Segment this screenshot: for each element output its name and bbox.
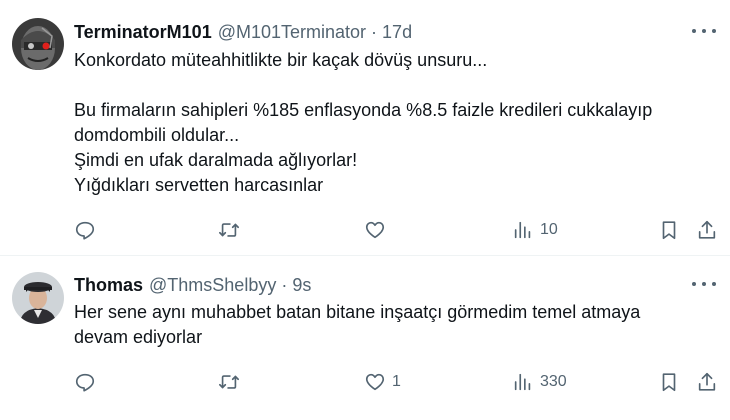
display-name[interactable]: Thomas — [74, 275, 143, 296]
timeline: TerminatorM101 @M101Terminator · 17d Kon… — [0, 0, 730, 420]
tweet-line — [74, 73, 714, 98]
action-bar: 1 330 — [74, 368, 724, 396]
retweet-button[interactable] — [218, 368, 240, 396]
retweet-button[interactable] — [218, 216, 240, 244]
more-icon[interactable] — [692, 277, 716, 291]
tweet[interactable]: Thomas @ThmsShelbyy · 9s Her sene aynı m… — [0, 257, 730, 420]
views-button[interactable]: 330 — [512, 368, 567, 396]
share-icon — [698, 372, 716, 391]
tweet-line: domdombili oldular... — [74, 125, 240, 145]
like-icon — [365, 373, 385, 391]
share-button[interactable] — [696, 216, 718, 244]
views-icon — [514, 373, 531, 391]
tweet-text: Konkordato müteahhitlikte bir kaçak dövü… — [74, 48, 714, 198]
tweet-line: Konkordato müteahhitlikte bir kaçak dövü… — [74, 50, 488, 70]
retweet-icon — [219, 375, 239, 389]
view-count: 330 — [540, 373, 567, 390]
timestamp[interactable]: 9s — [292, 275, 311, 296]
retweet-icon — [219, 223, 239, 237]
share-button[interactable] — [696, 368, 718, 396]
tweet-line: Yığdıkları servetten harcasınlar — [74, 175, 324, 195]
tweet[interactable]: TerminatorM101 @M101Terminator · 17d Kon… — [0, 0, 730, 256]
views-button[interactable]: 10 — [512, 216, 558, 244]
separator: · — [371, 21, 378, 42]
action-bar: 10 — [74, 216, 724, 244]
avatar[interactable] — [12, 272, 64, 324]
tweet-line: Bu firmaların sahipleri %185 enflasyonda… — [74, 100, 653, 120]
bookmark-button[interactable] — [658, 368, 680, 396]
like-icon — [365, 221, 385, 239]
reply-button[interactable] — [74, 368, 96, 396]
reply-icon — [75, 221, 95, 240]
tweet-header: TerminatorM101 @M101Terminator · 17d — [74, 20, 412, 44]
like-button[interactable]: 1 — [364, 368, 401, 396]
view-count: 10 — [540, 221, 558, 238]
avatar[interactable] — [12, 18, 64, 70]
separator: · — [281, 274, 288, 295]
reply-button[interactable] — [74, 216, 96, 244]
display-name[interactable]: TerminatorM101 — [74, 22, 212, 43]
bookmark-icon — [662, 221, 676, 240]
timestamp[interactable]: 17d — [382, 22, 412, 43]
tweet-text: Her sene aynı muhabbet batan bitane inşa… — [74, 300, 714, 350]
tweet-line: devam ediyorlar — [74, 327, 203, 347]
user-handle[interactable]: @ThmsShelbyy — [149, 275, 276, 296]
tweet-line: Her sene aynı muhabbet batan bitane inşa… — [74, 302, 641, 322]
reply-icon — [75, 373, 95, 392]
like-button[interactable] — [364, 216, 392, 244]
user-handle[interactable]: @M101Terminator — [218, 22, 366, 43]
more-icon[interactable] — [692, 24, 716, 38]
share-icon — [698, 220, 716, 239]
bookmark-icon — [662, 373, 676, 392]
views-icon — [514, 221, 531, 239]
tweet-line: Şimdi en ufak daralmada ağlıyorlar! — [74, 150, 358, 170]
like-count: 1 — [392, 373, 401, 390]
tweet-header: Thomas @ThmsShelbyy · 9s — [74, 273, 311, 297]
bookmark-button[interactable] — [658, 216, 680, 244]
